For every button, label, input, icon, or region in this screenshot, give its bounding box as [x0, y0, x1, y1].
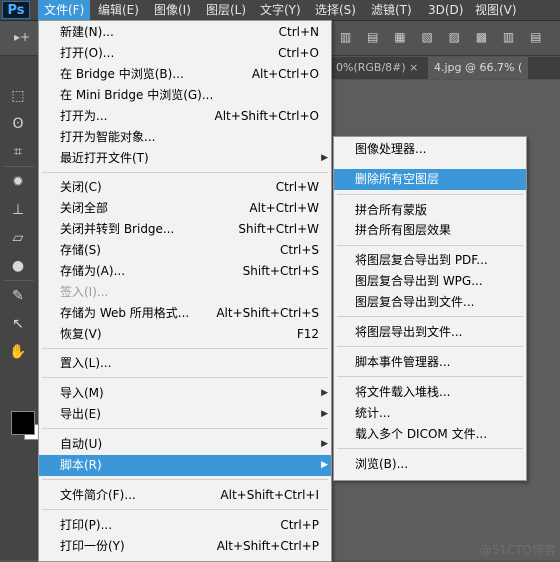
submenu-item-script-events-manager[interactable]: 脚本事件管理器...	[334, 352, 526, 373]
scripts-submenu: 图像处理器... 删除所有空图层 拼合所有蒙版 拼合所有图层效果 将图层复合导出…	[333, 136, 527, 481]
healing-tool-icon[interactable]: ✹	[6, 172, 30, 192]
menu-divider	[337, 448, 523, 449]
tools-divider	[4, 166, 34, 167]
menu-item-recent-files[interactable]: 最近打开文件(T) ▶	[39, 148, 331, 169]
menu-item-export[interactable]: 导出(E) ▶	[39, 404, 331, 425]
path-select-tool-icon[interactable]: ↖	[6, 314, 30, 334]
submenu-arrow-icon: ▶	[321, 439, 328, 449]
submenu-arrow-icon: ▶	[321, 388, 328, 398]
menu-item-new[interactable]: 新建(N)... Ctrl+N	[39, 22, 331, 43]
menu-item-close-all[interactable]: 关闭全部 Alt+Ctrl+W	[39, 198, 331, 219]
submenu-item-flatten-layer-effects[interactable]: 拼合所有图层效果	[334, 220, 526, 241]
menu-divider	[337, 245, 523, 246]
submenu-arrow-icon: ▶	[321, 460, 328, 470]
menu-item-save-as[interactable]: 存储为(A)... Shift+Ctrl+S	[39, 261, 331, 282]
menu-layer[interactable]: 图层(L)	[200, 0, 252, 20]
pen-tool-icon[interactable]: ✎	[6, 286, 30, 306]
menu-divider	[337, 346, 523, 347]
menu-item-browse-bridge[interactable]: 在 Bridge 中浏览(B)... Alt+Ctrl+O	[39, 64, 331, 85]
menu-file[interactable]: 文件(F)	[38, 0, 91, 20]
file-menu: 新建(N)... Ctrl+N 打开(O)... Ctrl+O 在 Bridge 中…	[38, 20, 332, 562]
tab-document-2[interactable]: 4.jpg @ 66.7% (	[428, 57, 529, 79]
submenu-item-load-dicom[interactable]: 载入多个 DICOM 文件...	[334, 424, 526, 445]
submenu-item-flatten-masks[interactable]: 拼合所有蒙版	[334, 200, 526, 221]
crop-tool-icon[interactable]: ⌗	[6, 142, 30, 162]
menu-divider	[337, 194, 523, 195]
menu-item-automate[interactable]: 自动(U) ▶	[39, 434, 331, 455]
tab-document-1[interactable]: 0%(RGB/8#) ×	[336, 57, 418, 79]
menu-divider	[42, 172, 328, 173]
submenu-item-comps-to-pdf[interactable]: 将图层复合导出到 PDF...	[334, 250, 526, 271]
menu-item-place[interactable]: 置入(L)...	[39, 353, 331, 374]
submenu-item-comps-to-files[interactable]: 图层复合导出到文件...	[334, 292, 526, 313]
tools-panel: ⬚ ʘ ⌗ ✹ ⊥ ▱ ● ✎ ↖ ✋	[0, 56, 40, 560]
menu-edit[interactable]: 编辑(E)	[92, 0, 145, 20]
submenu-item-comps-to-wpg[interactable]: 图层复合导出到 WPG...	[334, 271, 526, 292]
menu-divider	[42, 428, 328, 429]
close-icon[interactable]: ×	[409, 61, 418, 74]
move-tool-icon[interactable]: ▸+	[14, 30, 30, 44]
menu-type[interactable]: 文字(Y)	[254, 0, 307, 20]
menu-item-import[interactable]: 导入(M) ▶	[39, 383, 331, 404]
foreground-color-swatch[interactable]	[11, 411, 35, 435]
menubar: Ps 文件(F) 编辑(E) 图像(I) 图层(L) 文字(Y) 选择(S) 滤…	[0, 0, 560, 21]
menu-item-browse-mini-bridge[interactable]: 在 Mini Bridge 中浏览(G)...	[39, 85, 331, 106]
menu-item-open-smart-object[interactable]: 打开为智能对象...	[39, 127, 331, 148]
menu-item-open[interactable]: 打开(O)... Ctrl+O	[39, 43, 331, 64]
marquee-tool-icon[interactable]: ⬚	[6, 86, 30, 106]
submenu-arrow-icon: ▶	[321, 409, 328, 419]
menu-select[interactable]: 选择(S)	[309, 0, 362, 20]
submenu-item-layers-to-files[interactable]: 将图层导出到文件...	[334, 322, 526, 343]
submenu-item-load-files-into-stack[interactable]: 将文件载入堆栈...	[334, 382, 526, 403]
menu-3d[interactable]: 3D(D)	[422, 0, 469, 20]
menu-divider	[42, 479, 328, 480]
menu-divider	[42, 348, 328, 349]
menu-item-file-info[interactable]: 文件简介(F)... Alt+Shift+Ctrl+I	[39, 485, 331, 506]
menu-item-close-go-bridge[interactable]: 关闭并转到 Bridge... Shift+Ctrl+W	[39, 219, 331, 240]
eraser-tool-icon[interactable]: ▱	[6, 228, 30, 248]
menu-item-close[interactable]: 关闭(C) Ctrl+W	[39, 177, 331, 198]
submenu-item-statistics[interactable]: 统计...	[334, 403, 526, 424]
menu-divider	[337, 376, 523, 377]
menu-item-revert[interactable]: 恢复(V) F12	[39, 324, 331, 345]
menu-item-save-for-web[interactable]: 存储为 Web 所用格式... Alt+Shift+Ctrl+S	[39, 303, 331, 324]
menu-image[interactable]: 图像(I)	[148, 0, 197, 20]
lasso-tool-icon[interactable]: ʘ	[6, 114, 30, 134]
hand-tool-icon[interactable]: ✋	[6, 342, 30, 362]
submenu-item-browse[interactable]: 浏览(B)...	[334, 454, 526, 475]
menu-item-scripts[interactable]: 脚本(R) ▶	[39, 455, 331, 476]
menu-item-print-one-copy[interactable]: 打印一份(Y) Alt+Shift+Ctrl+P	[39, 536, 331, 557]
document-tabs: 0%(RGB/8#) × 4.jpg @ 66.7% (	[332, 57, 560, 79]
submenu-item-delete-empty-layers[interactable]: 删除所有空图层	[334, 169, 526, 190]
menu-item-open-as[interactable]: 打开为... Alt+Shift+Ctrl+O	[39, 106, 331, 127]
menu-divider	[42, 509, 328, 510]
menu-item-save[interactable]: 存储(S) Ctrl+S	[39, 240, 331, 261]
blur-tool-icon[interactable]: ●	[6, 256, 30, 276]
menu-item-print[interactable]: 打印(P)... Ctrl+P	[39, 515, 331, 536]
submenu-arrow-icon: ▶	[321, 153, 328, 163]
menu-divider	[337, 316, 523, 317]
menu-item-check-in: 签入(I)...	[60, 285, 109, 299]
photoshop-logo: Ps	[2, 1, 30, 19]
watermark: @51CTO博客	[479, 543, 556, 557]
align-icons[interactable]: ▥ ▤ ▦ ▧ ▨ ▩ ▥ ▤	[340, 30, 547, 44]
tools-divider	[4, 280, 34, 281]
menu-filter[interactable]: 滤镜(T)	[365, 0, 418, 20]
submenu-item-image-processor[interactable]: 图像处理器...	[334, 139, 526, 160]
menu-divider	[42, 377, 328, 378]
stamp-tool-icon[interactable]: ⊥	[6, 200, 30, 220]
menu-view[interactable]: 视图(V)	[469, 0, 523, 20]
